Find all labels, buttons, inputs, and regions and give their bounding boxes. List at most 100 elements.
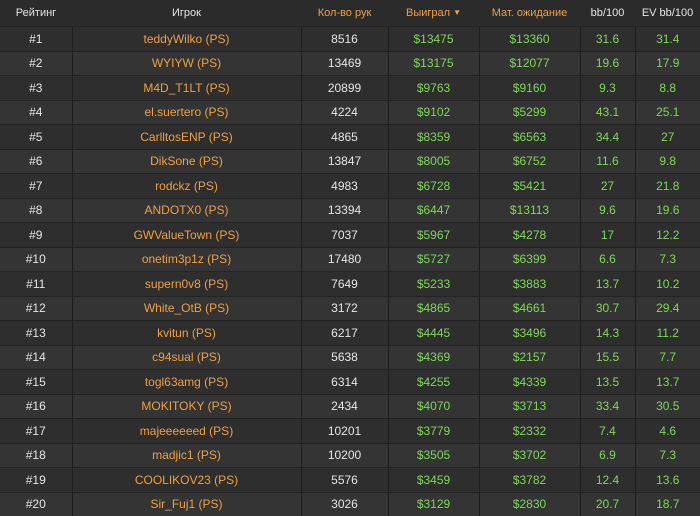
header-hands-label: Кол-во рук bbox=[318, 7, 372, 19]
player-link[interactable]: rodckz (PS) bbox=[72, 174, 301, 199]
header-evbb100-label: EV bb/100 bbox=[642, 7, 693, 19]
header-rank-label: Рейтинг bbox=[16, 7, 56, 19]
rank-cell: #5 bbox=[0, 125, 72, 150]
table-row[interactable]: #5CarlltosENP (PS)4865$8359$656334.427 bbox=[0, 125, 700, 150]
player-link[interactable]: COOLIKOV23 (PS) bbox=[72, 468, 301, 493]
table-row[interactable]: #6DikSone (PS)13847$8005$675211.69.8 bbox=[0, 149, 700, 174]
table-row[interactable]: #19COOLIKOV23 (PS)5576$3459$378212.413.6 bbox=[0, 468, 700, 493]
ev-cell: $9160 bbox=[479, 76, 580, 101]
table-row[interactable]: #8ANDOTX0 (PS)13394$6447$131139.619.6 bbox=[0, 198, 700, 223]
rank-cell: #7 bbox=[0, 174, 72, 199]
table-row[interactable]: #18madjic1 (PS)10200$3505$37026.97.3 bbox=[0, 443, 700, 468]
won-cell: $4369 bbox=[388, 345, 479, 370]
rank-cell: #1 bbox=[0, 27, 72, 52]
rank-cell: #16 bbox=[0, 394, 72, 419]
evbb100-cell: 12.2 bbox=[635, 223, 700, 248]
player-link[interactable]: onetim3p1z (PS) bbox=[72, 247, 301, 272]
bb100-cell: 19.6 bbox=[580, 51, 635, 76]
table-row[interactable]: #13kvitun (PS)6217$4445$349614.311.2 bbox=[0, 321, 700, 346]
table-row[interactable]: #4el.suertero (PS)4224$9102$529943.125.1 bbox=[0, 100, 700, 125]
player-link[interactable]: Sir_Fuj1 (PS) bbox=[72, 492, 301, 516]
header-ev[interactable]: Мат. ожидание bbox=[479, 0, 580, 27]
table-row[interactable]: #2WYIYW (PS)13469$13175$1207719.617.9 bbox=[0, 51, 700, 76]
won-cell: $13475 bbox=[388, 27, 479, 52]
header-won[interactable]: Выиграл▼ bbox=[388, 0, 479, 27]
evbb100-cell: 8.8 bbox=[635, 76, 700, 101]
player-link[interactable]: supern0v8 (PS) bbox=[72, 272, 301, 297]
won-cell: $6447 bbox=[388, 198, 479, 223]
rank-cell: #6 bbox=[0, 149, 72, 174]
bb100-cell: 33.4 bbox=[580, 394, 635, 419]
ev-cell: $6399 bbox=[479, 247, 580, 272]
player-link[interactable]: GWValueTown (PS) bbox=[72, 223, 301, 248]
player-link[interactable]: madjic1 (PS) bbox=[72, 443, 301, 468]
header-rank[interactable]: Рейтинг bbox=[0, 0, 72, 27]
ev-cell: $6752 bbox=[479, 149, 580, 174]
bb100-cell: 7.4 bbox=[580, 419, 635, 444]
player-link[interactable]: White_OtB (PS) bbox=[72, 296, 301, 321]
header-hands[interactable]: Кол-во рук bbox=[301, 0, 388, 27]
table-row[interactable]: #15togl63amg (PS)6314$4255$433913.513.7 bbox=[0, 370, 700, 395]
header-bb100-label: bb/100 bbox=[591, 7, 625, 19]
rank-cell: #2 bbox=[0, 51, 72, 76]
bb100-cell: 27 bbox=[580, 174, 635, 199]
player-link[interactable]: M4D_T1LT (PS) bbox=[72, 76, 301, 101]
table-row[interactable]: #11supern0v8 (PS)7649$5233$388313.710.2 bbox=[0, 272, 700, 297]
header-evbb100[interactable]: EV bb/100 bbox=[635, 0, 700, 27]
player-link[interactable]: WYIYW (PS) bbox=[72, 51, 301, 76]
table-row[interactable]: #1teddyWilko (PS)8516$13475$1336031.631.… bbox=[0, 27, 700, 52]
table-row[interactable]: #14c94sual (PS)5638$4369$215715.57.7 bbox=[0, 345, 700, 370]
table-row[interactable]: #10onetim3p1z (PS)17480$5727$63996.67.3 bbox=[0, 247, 700, 272]
won-cell: $5967 bbox=[388, 223, 479, 248]
player-link[interactable]: teddyWilko (PS) bbox=[72, 27, 301, 52]
ev-cell: $3702 bbox=[479, 443, 580, 468]
player-link[interactable]: togl63amg (PS) bbox=[72, 370, 301, 395]
table-row[interactable]: #9GWValueTown (PS)7037$5967$42781712.2 bbox=[0, 223, 700, 248]
player-link[interactable]: ANDOTX0 (PS) bbox=[72, 198, 301, 223]
hands-cell: 6314 bbox=[301, 370, 388, 395]
table-row[interactable]: #17majeeeeeed (PS)10201$3779$23327.44.6 bbox=[0, 419, 700, 444]
ev-cell: $3883 bbox=[479, 272, 580, 297]
hands-cell: 6217 bbox=[301, 321, 388, 346]
table-row[interactable]: #12White_OtB (PS)3172$4865$466130.729.4 bbox=[0, 296, 700, 321]
bb100-cell: 30.7 bbox=[580, 296, 635, 321]
bb100-cell: 15.5 bbox=[580, 345, 635, 370]
header-player-label: Игрок bbox=[172, 7, 201, 19]
won-cell: $3129 bbox=[388, 492, 479, 516]
player-link[interactable]: c94sual (PS) bbox=[72, 345, 301, 370]
evbb100-cell: 7.3 bbox=[635, 443, 700, 468]
won-cell: $5727 bbox=[388, 247, 479, 272]
evbb100-cell: 17.9 bbox=[635, 51, 700, 76]
evbb100-cell: 4.6 bbox=[635, 419, 700, 444]
hands-cell: 13394 bbox=[301, 198, 388, 223]
hands-cell: 10201 bbox=[301, 419, 388, 444]
header-bb100[interactable]: bb/100 bbox=[580, 0, 635, 27]
hands-cell: 3172 bbox=[301, 296, 388, 321]
table-row[interactable]: #7rodckz (PS)4983$6728$54212721.8 bbox=[0, 174, 700, 199]
bb100-cell: 11.6 bbox=[580, 149, 635, 174]
bb100-cell: 9.3 bbox=[580, 76, 635, 101]
ev-cell: $2830 bbox=[479, 492, 580, 516]
table-row[interactable]: #3M4D_T1LT (PS)20899$9763$91609.38.8 bbox=[0, 76, 700, 101]
bb100-cell: 9.6 bbox=[580, 198, 635, 223]
player-link[interactable]: majeeeeeed (PS) bbox=[72, 419, 301, 444]
rank-cell: #19 bbox=[0, 468, 72, 493]
bb100-cell: 14.3 bbox=[580, 321, 635, 346]
rank-cell: #17 bbox=[0, 419, 72, 444]
rank-cell: #13 bbox=[0, 321, 72, 346]
won-cell: $8005 bbox=[388, 149, 479, 174]
bb100-cell: 20.7 bbox=[580, 492, 635, 516]
table-row[interactable]: #16MOKITOKY (PS)2434$4070$371333.430.5 bbox=[0, 394, 700, 419]
player-link[interactable]: el.suertero (PS) bbox=[72, 100, 301, 125]
won-cell: $4255 bbox=[388, 370, 479, 395]
player-link[interactable]: kvitun (PS) bbox=[72, 321, 301, 346]
player-link[interactable]: MOKITOKY (PS) bbox=[72, 394, 301, 419]
table-row[interactable]: #20Sir_Fuj1 (PS)3026$3129$283020.718.7 bbox=[0, 492, 700, 516]
hands-cell: 17480 bbox=[301, 247, 388, 272]
header-player[interactable]: Игрок bbox=[72, 0, 301, 27]
hands-cell: 13469 bbox=[301, 51, 388, 76]
bb100-cell: 13.7 bbox=[580, 272, 635, 297]
player-link[interactable]: CarlltosENP (PS) bbox=[72, 125, 301, 150]
bb100-cell: 6.9 bbox=[580, 443, 635, 468]
player-link[interactable]: DikSone (PS) bbox=[72, 149, 301, 174]
